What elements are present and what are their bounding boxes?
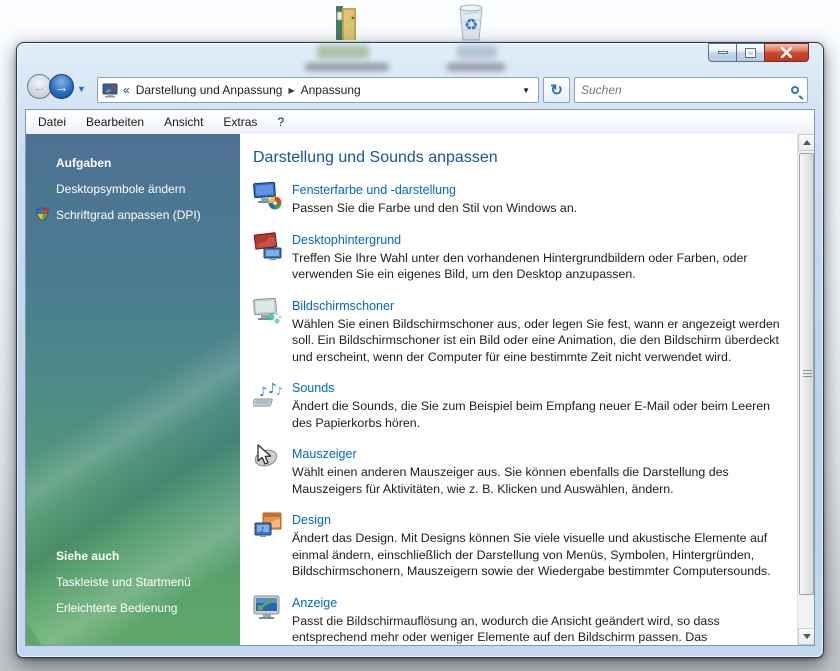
sidebar: Aufgaben Desktopsymbole ändern: [26, 134, 240, 645]
sidebar-item-schriftgrad[interactable]: Schriftgrad anpassen (DPI): [26, 202, 240, 228]
sidebar-spacer: [26, 228, 240, 543]
refresh-icon: ↻: [550, 81, 563, 99]
settings-item-fensterfarbe: Fensterfarbe und -darstellung Passen Sie…: [253, 181, 789, 217]
svg-text:♪: ♪: [276, 385, 283, 398]
address-bar[interactable]: « Darstellung und Anpassung ▶ Anpassung …: [97, 77, 539, 103]
breadcrumb-item[interactable]: Anpassung: [301, 83, 361, 97]
content-area: Aufgaben Desktopsymbole ändern: [26, 134, 814, 645]
close-button[interactable]: [764, 43, 809, 62]
item-desc: Ändert das Design. Mit Designs können Si…: [292, 530, 789, 580]
item-title-sounds[interactable]: Sounds: [292, 381, 334, 395]
nav-history-dropdown[interactable]: ▼: [77, 84, 86, 99]
scroll-up-button[interactable]: [798, 134, 814, 151]
search-icon[interactable]: [791, 86, 799, 94]
maximize-button[interactable]: [736, 43, 765, 62]
item-title-mauszeiger[interactable]: Mauszeiger: [292, 447, 357, 461]
desktop-background-icon[interactable]: [253, 231, 283, 261]
theme-icon[interactable]: ♪: [253, 511, 283, 541]
maximize-icon: [746, 49, 755, 57]
forward-icon: →: [55, 79, 69, 95]
settings-item-sounds: ♪ ♪ ♪ Sounds Ändert die Sounds, die Sie …: [253, 379, 789, 431]
page-title: Darstellung und Sounds anpassen: [253, 149, 789, 167]
explorer-window: ← → ▼ « Darstellung und Anpassung ▶ Anpa…: [16, 42, 824, 658]
breadcrumb: « Darstellung und Anpassung ▶ Anpassung: [123, 83, 518, 97]
back-icon: ←: [33, 79, 47, 95]
svg-text:♪: ♪: [259, 385, 267, 400]
display-icon[interactable]: [253, 594, 283, 624]
breadcrumb-separator-icon[interactable]: ▶: [288, 86, 294, 95]
blurred-icon-reflection: [317, 45, 369, 59]
sidebar-item-taskleiste[interactable]: Taskleiste und Startmenü: [26, 569, 240, 595]
item-title-bildschirmschoner[interactable]: Bildschirmschoner: [292, 299, 394, 313]
menu-item-datei[interactable]: Datei: [38, 115, 66, 129]
item-desc: Ändert die Sounds, die Sie zum Beispiel …: [292, 398, 789, 431]
nav-buttons: ← → ▼: [27, 74, 86, 99]
svg-text:♪: ♪: [260, 526, 264, 534]
item-title-design[interactable]: Design: [292, 513, 331, 527]
sidebar-item-desktopsymbole[interactable]: Desktopsymbole ändern: [26, 176, 240, 202]
mouse-icon[interactable]: [253, 445, 283, 475]
item-desc: Wählt einen anderen Mauszeiger aus. Sie …: [292, 464, 789, 497]
breadcrumb-overflow-chevron[interactable]: «: [123, 83, 130, 97]
blurred-desktop-label: [447, 63, 505, 71]
settings-item-mauszeiger: Mauszeiger Wählt einen anderen Mauszeige…: [253, 445, 789, 497]
window-color-icon[interactable]: [253, 181, 283, 211]
user-folder-icon[interactable]: [330, 4, 366, 47]
see-also-header: Siehe auch: [26, 543, 240, 569]
uac-shield-icon: [36, 207, 49, 224]
menu-bar: Datei Bearbeiten Ansicht Extras ?: [26, 110, 814, 134]
close-icon: [780, 47, 793, 58]
svg-text:♻: ♻: [464, 15, 478, 34]
minimize-icon: [718, 51, 728, 54]
breadcrumb-item[interactable]: Darstellung und Anpassung: [136, 83, 283, 97]
settings-item-design: ♪ Design Ändert das Design. Mit Designs …: [253, 511, 789, 580]
scroll-down-icon: [803, 634, 811, 639]
blurred-desktop-label: [305, 63, 389, 71]
item-title-desktophintergrund[interactable]: Desktophintergrund: [292, 233, 401, 247]
sidebar-item-erleichterte-bedienung[interactable]: Erleichterte Bedienung: [26, 595, 240, 621]
item-desc: Treffen Sie Ihre Wahl unter den vorhande…: [292, 250, 789, 283]
scroll-down-button[interactable]: [798, 628, 814, 645]
item-title-anzeige[interactable]: Anzeige: [292, 596, 337, 610]
screensaver-icon[interactable]: [253, 297, 283, 327]
personalization-icon: [102, 83, 118, 98]
scrollbar-thumb[interactable]: [799, 153, 814, 595]
vertical-scrollbar[interactable]: [797, 134, 814, 645]
forward-button[interactable]: →: [49, 74, 74, 99]
item-desc: Passen Sie die Farbe und den Stil von Wi…: [292, 200, 789, 217]
recycle-bin-icon[interactable]: ♻: [452, 0, 490, 47]
item-desc: Passt die Bildschirmauflösung an, wodurc…: [292, 613, 789, 646]
scroll-up-icon: [803, 140, 811, 145]
window-controls: [709, 43, 809, 62]
tasks-header: Aufgaben: [26, 150, 240, 176]
settings-item-desktophintergrund: Desktophintergrund Treffen Sie Ihre Wahl…: [253, 231, 789, 283]
item-desc: Wählen Sie einen Bildschirmschoner aus, …: [292, 316, 789, 366]
address-dropdown-icon[interactable]: ▼: [518, 86, 534, 95]
main-panel: Darstellung und Sounds anpassen: [240, 134, 797, 645]
item-title-fensterfarbe[interactable]: Fensterfarbe und -darstellung: [292, 183, 456, 197]
sounds-icon[interactable]: ♪ ♪ ♪: [253, 379, 283, 409]
scrollbar-grip: [803, 370, 812, 379]
minimize-button[interactable]: [708, 43, 737, 62]
search-input[interactable]: [581, 83, 791, 97]
menu-item-bearbeiten[interactable]: Bearbeiten: [86, 115, 144, 129]
blurred-icon-reflection: [457, 45, 497, 59]
menu-item-ansicht[interactable]: Ansicht: [164, 115, 203, 129]
client-area: Datei Bearbeiten Ansicht Extras ? Aufgab…: [25, 109, 815, 646]
menu-item-extras[interactable]: Extras: [223, 115, 257, 129]
sidebar-item-label: Schriftgrad anpassen (DPI): [56, 208, 201, 222]
settings-item-anzeige: Anzeige Passt die Bildschirmauflösung an…: [253, 594, 789, 646]
menu-item-help[interactable]: ?: [277, 115, 284, 129]
search-box: [574, 77, 808, 103]
settings-item-bildschirmschoner: Bildschirmschoner Wählen Sie einen Bilds…: [253, 297, 789, 366]
refresh-button[interactable]: ↻: [543, 77, 570, 103]
